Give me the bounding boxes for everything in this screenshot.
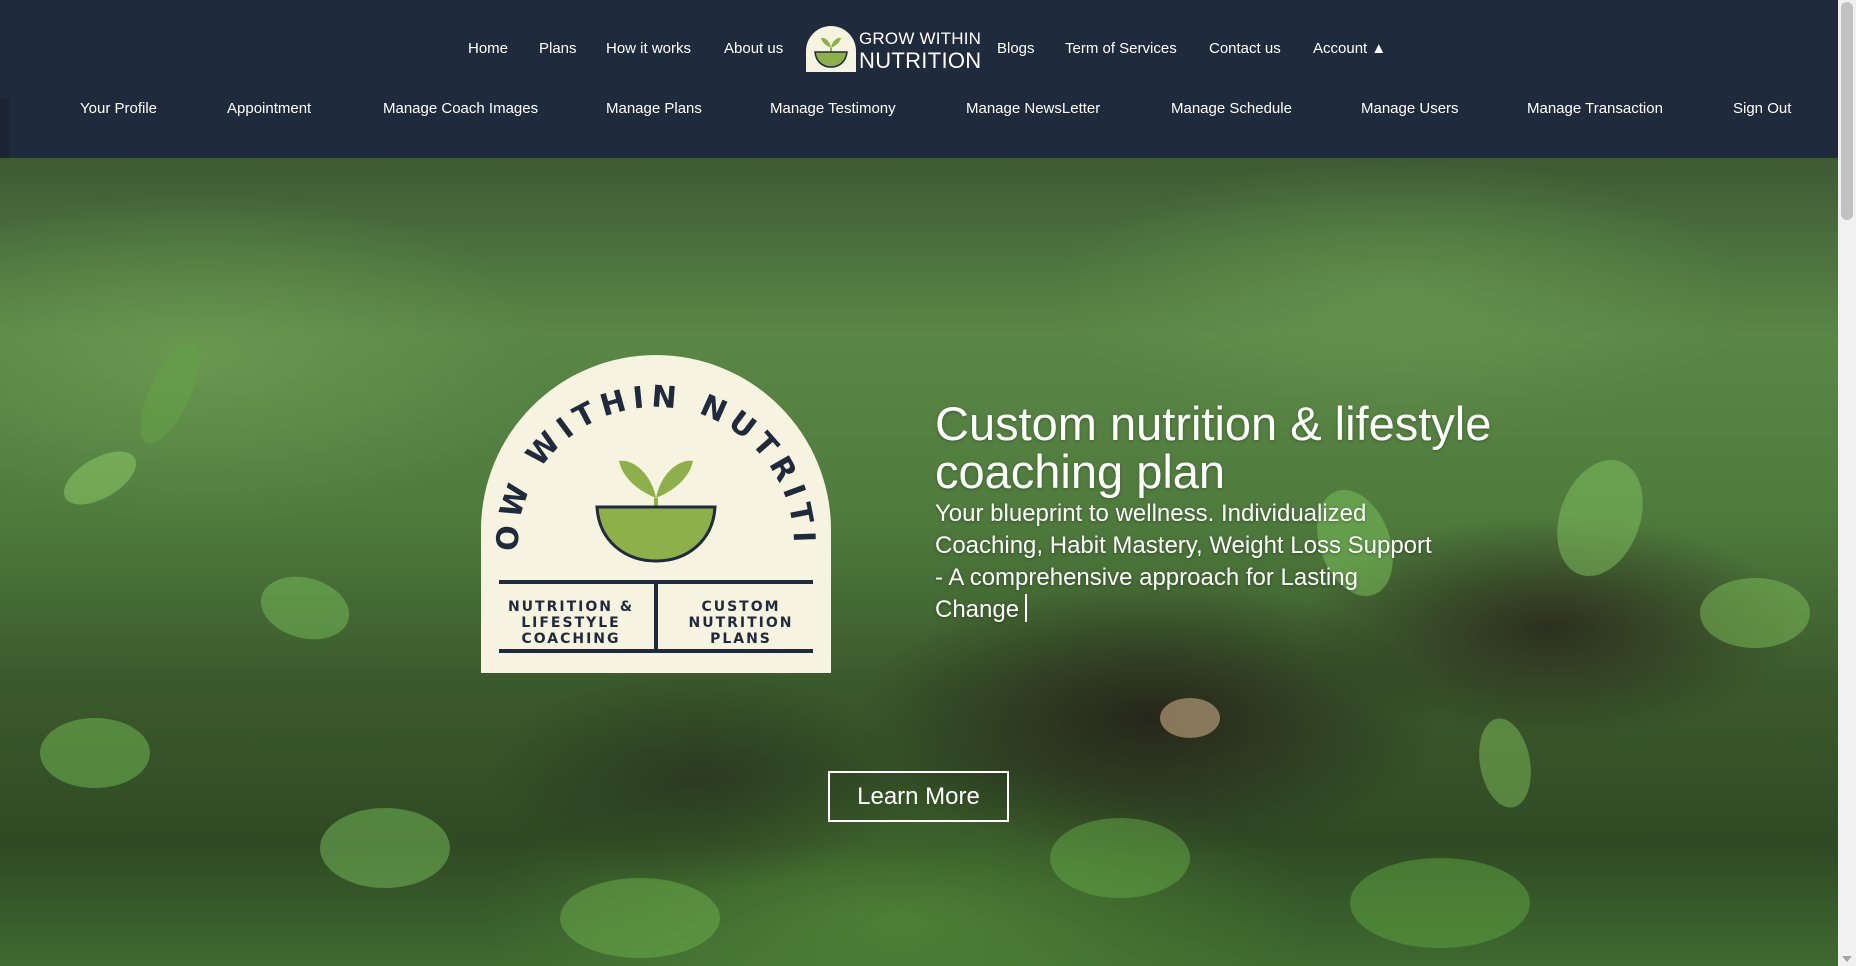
caret-up-icon: ▲ xyxy=(1371,40,1387,57)
nav-plans-link[interactable]: Plans xyxy=(539,40,577,57)
nav-blogs-link[interactable]: Blogs xyxy=(997,40,1035,57)
subnav-manage-testimony[interactable]: Manage Testimony xyxy=(770,100,896,117)
text-cursor xyxy=(1025,594,1028,622)
sprout-leaf xyxy=(560,878,720,958)
hero-section: GROW WITHIN NUTRITION NUTRITION & LIFEST… xyxy=(0,158,1838,966)
learn-more-button[interactable]: Learn More xyxy=(828,771,1009,822)
subnav-manage-newsletter[interactable]: Manage NewsLetter xyxy=(966,100,1100,117)
account-label: Account xyxy=(1313,40,1368,57)
scrollbar-thumb[interactable] xyxy=(1841,2,1853,220)
sprout-leaf xyxy=(1350,858,1530,948)
top-navigation: Home Plans How it works About us GROW WI… xyxy=(0,0,1838,98)
subnav-manage-schedule[interactable]: Manage Schedule xyxy=(1171,100,1292,117)
sprout-leaf xyxy=(1050,818,1190,898)
sprout-leaf xyxy=(1472,714,1538,812)
brand-name: GROW WITHIN NUTRITION xyxy=(859,30,981,72)
hero-subtitle: Your blueprint to wellness. Individualiz… xyxy=(935,498,1435,626)
nav-account-menu[interactable]: Account ▲ xyxy=(1313,40,1386,57)
badge-right-text: CUSTOM NUTRITION PLANS xyxy=(688,599,794,647)
brand-bowl-icon xyxy=(806,26,856,72)
subnav-manage-users[interactable]: Manage Users xyxy=(1361,100,1459,117)
nav-home-link[interactable]: Home xyxy=(468,40,508,57)
brand-line1: GROW WITHIN xyxy=(859,29,982,48)
subnav-manage-plans[interactable]: Manage Plans xyxy=(606,100,702,117)
subnav-your-profile[interactable]: Your Profile xyxy=(80,100,157,117)
admin-navigation: Your Profile Appointment Manage Coach Im… xyxy=(0,98,1838,158)
sprout-leaf xyxy=(40,718,150,788)
nav-contact-link[interactable]: Contact us xyxy=(1209,40,1281,57)
sprout-leaf xyxy=(1700,578,1810,648)
brand-logo[interactable]: GROW WITHIN NUTRITION xyxy=(806,24,981,72)
sprout-leaf xyxy=(320,808,450,888)
subnav-appointment[interactable]: Appointment xyxy=(227,100,311,117)
badge-left-text: NUTRITION & LIFESTYLE COACHING xyxy=(507,599,635,647)
page-scrollbar[interactable] xyxy=(1838,0,1856,966)
nav-how-it-works-link[interactable]: How it works xyxy=(606,40,691,57)
sprout-leaf xyxy=(55,440,145,516)
brand-line2: NUTRITION xyxy=(859,48,982,73)
coaching-badge-logo: GROW WITHIN NUTRITION NUTRITION & LIFEST… xyxy=(465,328,831,673)
subnav-manage-transaction[interactable]: Manage Transaction xyxy=(1527,100,1663,117)
sprout-leaf xyxy=(1541,447,1659,589)
nav-terms-link[interactable]: Term of Services xyxy=(1065,40,1177,57)
scroll-down-arrow-icon[interactable] xyxy=(1842,956,1852,962)
hero-title: Custom nutrition & lifestyle coaching pl… xyxy=(935,397,1492,498)
pebble xyxy=(1160,698,1220,738)
hero-subtitle-text: Your blueprint to wellness. Individualiz… xyxy=(935,500,1432,623)
site-header: Home Plans How it works About us GROW WI… xyxy=(0,0,1838,158)
subnav-manage-coach-images[interactable]: Manage Coach Images xyxy=(383,100,538,117)
nav-about-us-link[interactable]: About us xyxy=(724,40,783,57)
sprout-leaf xyxy=(128,334,212,452)
subnav-sign-out[interactable]: Sign Out xyxy=(1733,100,1791,117)
sprout-leaf xyxy=(253,567,357,649)
